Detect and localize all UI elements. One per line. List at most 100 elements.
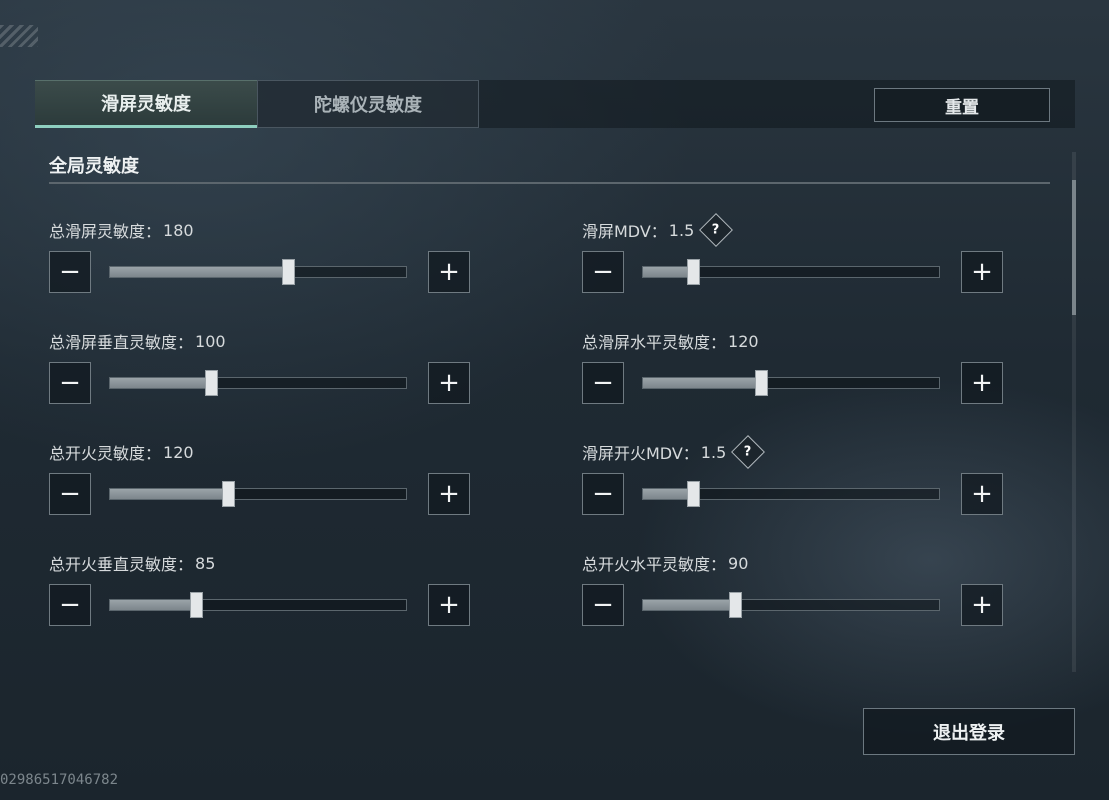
minus-icon: −: [592, 479, 614, 509]
increase-button[interactable]: +: [961, 473, 1003, 515]
corner-decoration: [0, 25, 38, 47]
increase-button[interactable]: +: [961, 251, 1003, 293]
decrease-button[interactable]: −: [49, 251, 91, 293]
slider-track[interactable]: [109, 481, 407, 507]
setting-label: 总滑屏垂直灵敏度： 100: [49, 329, 226, 353]
slider-thumb[interactable]: [687, 481, 701, 507]
slider-track[interactable]: [642, 370, 940, 396]
plus-icon: +: [971, 479, 993, 509]
setting-value: 1.5: [700, 442, 727, 462]
decrease-button[interactable]: −: [582, 473, 624, 515]
setting-label-text: 总开火水平灵敏度：: [582, 555, 727, 574]
slider-thumb[interactable]: [281, 259, 295, 285]
decrease-button[interactable]: −: [49, 584, 91, 626]
slider-track[interactable]: [642, 259, 940, 285]
minus-icon: −: [59, 590, 81, 620]
minus-icon: −: [59, 368, 81, 398]
setting-label-text: 总滑屏水平灵敏度：: [582, 333, 727, 352]
setting-label: 总开火垂直灵敏度： 85: [49, 551, 215, 575]
section-divider: [49, 182, 1050, 184]
increase-button[interactable]: +: [961, 584, 1003, 626]
slider-thumb[interactable]: [687, 259, 701, 285]
setting-label-text: 总滑屏垂直灵敏度：: [49, 333, 194, 352]
scrollbar-thumb[interactable]: [1072, 180, 1076, 315]
minus-icon: −: [59, 257, 81, 287]
tab-gyro-sensitivity[interactable]: 陀螺仪灵敏度: [257, 80, 479, 128]
sensitivity-setting: 总开火垂直灵敏度： 85 − +: [49, 551, 473, 646]
slider-track[interactable]: [642, 481, 940, 507]
slider-fill: [110, 378, 211, 388]
help-glyph: ?: [712, 222, 721, 238]
slider-track[interactable]: [109, 370, 407, 396]
setting-label: 滑屏开火MDV： 1.5?: [582, 435, 766, 469]
setting-value: 85: [195, 553, 216, 573]
sensitivity-setting: 总滑屏水平灵敏度： 120 − +: [582, 329, 1006, 424]
slider-fill: [110, 489, 229, 499]
slider-thumb[interactable]: [204, 370, 218, 396]
decrease-button[interactable]: −: [582, 584, 624, 626]
minus-icon: −: [59, 479, 81, 509]
setting-label-text: 总开火灵敏度：: [49, 444, 162, 463]
increase-button[interactable]: +: [428, 251, 470, 293]
decrease-button[interactable]: −: [582, 251, 624, 293]
decrease-button[interactable]: −: [582, 362, 624, 404]
setting-label-text: 滑屏开火MDV：: [582, 444, 699, 463]
setting-label-text: 滑屏MDV：: [582, 222, 667, 241]
setting-value: 120: [728, 331, 759, 351]
slider-fill: [643, 378, 762, 388]
setting-value: 90: [728, 553, 749, 573]
tab-bar: 滑屏灵敏度 陀螺仪灵敏度 重置: [35, 80, 1075, 128]
sensitivity-setting: 滑屏MDV： 1.5? − +: [582, 213, 1006, 313]
sensitivity-setting: 总开火灵敏度： 120 − +: [49, 440, 473, 535]
increase-button[interactable]: +: [428, 584, 470, 626]
sensitivity-setting: 总开火水平灵敏度： 90 − +: [582, 551, 1006, 646]
minus-icon: −: [592, 257, 614, 287]
setting-label-text: 总滑屏灵敏度：: [49, 222, 162, 241]
tab-swipe-sensitivity[interactable]: 滑屏灵敏度: [35, 80, 257, 128]
user-id: 02986517046782: [0, 772, 119, 788]
slider-track[interactable]: [109, 259, 407, 285]
setting-label: 总开火水平灵敏度： 90: [582, 551, 748, 575]
plus-icon: +: [438, 368, 460, 398]
plus-icon: +: [971, 257, 993, 287]
plus-icon: +: [971, 590, 993, 620]
slider-thumb[interactable]: [222, 481, 236, 507]
logout-button[interactable]: 退出登录: [863, 708, 1075, 755]
increase-button[interactable]: +: [428, 473, 470, 515]
slider-fill: [110, 267, 288, 277]
slider-track[interactable]: [642, 592, 940, 618]
setting-label: 总滑屏水平灵敏度： 120: [582, 329, 759, 353]
setting-value: 1.5: [668, 220, 695, 240]
slider-thumb[interactable]: [755, 370, 769, 396]
increase-button[interactable]: +: [428, 362, 470, 404]
help-icon[interactable]: ?: [731, 435, 766, 469]
increase-button[interactable]: +: [961, 362, 1003, 404]
setting-label-text: 总开火垂直灵敏度：: [49, 555, 194, 574]
setting-value: 100: [195, 331, 226, 351]
slider-fill: [643, 600, 735, 610]
setting-label: 总滑屏灵敏度： 180: [49, 218, 194, 242]
help-glyph: ?: [744, 444, 753, 460]
plus-icon: +: [438, 590, 460, 620]
plus-icon: +: [971, 368, 993, 398]
slider-fill: [643, 489, 694, 499]
plus-icon: +: [438, 479, 460, 509]
setting-value: 180: [163, 220, 194, 240]
slider-track[interactable]: [109, 592, 407, 618]
minus-icon: −: [592, 368, 614, 398]
setting-value: 120: [163, 442, 194, 462]
section-title: 全局灵敏度: [49, 156, 139, 177]
slider-fill: [110, 600, 196, 610]
reset-button[interactable]: 重置: [874, 88, 1050, 122]
decrease-button[interactable]: −: [49, 362, 91, 404]
slider-thumb[interactable]: [728, 592, 742, 618]
slider-fill: [643, 267, 694, 277]
sensitivity-setting: 总滑屏垂直灵敏度： 100 − +: [49, 329, 473, 424]
decrease-button[interactable]: −: [49, 473, 91, 515]
slider-thumb[interactable]: [189, 592, 203, 618]
setting-label: 滑屏MDV： 1.5?: [582, 213, 734, 247]
minus-icon: −: [592, 590, 614, 620]
help-icon[interactable]: ?: [699, 213, 734, 247]
setting-label: 总开火灵敏度： 120: [49, 440, 194, 464]
plus-icon: +: [438, 257, 460, 287]
